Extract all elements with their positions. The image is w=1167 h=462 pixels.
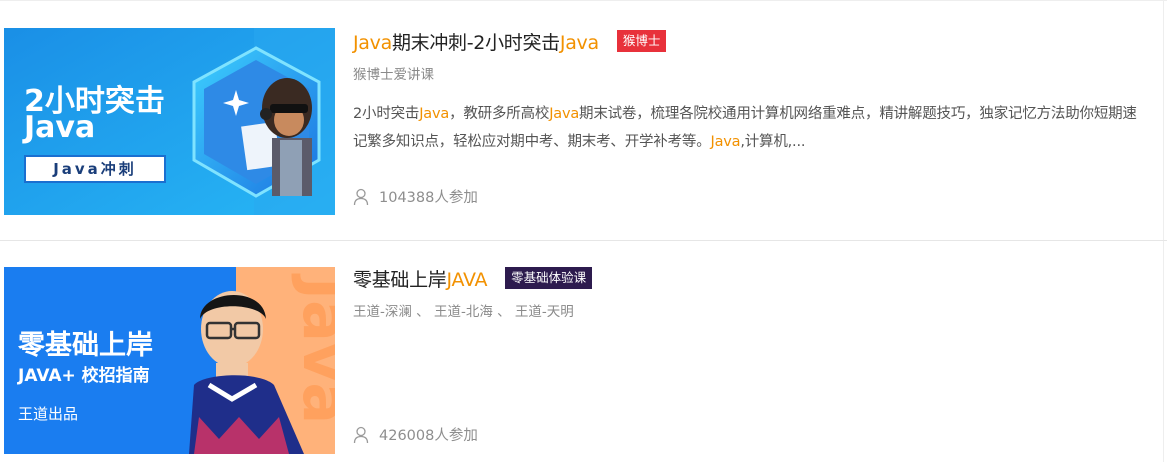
course-badge: 猴博士 bbox=[616, 30, 667, 52]
thumbnail-title-line2: JAVA+ 校招指南 bbox=[18, 366, 150, 386]
teacher-names[interactable]: 王道-深澜 、 王道-北海 、 王道-天明 bbox=[353, 300, 1147, 320]
thumbnail-title-line2: Java bbox=[24, 110, 96, 145]
course-info: 零基础上岸JAVA 零基础体验课 王道-深澜 、 王道-北海 、 王道-天明 bbox=[353, 265, 1147, 320]
person-icon bbox=[353, 188, 369, 205]
thumbnail-title-line3: 王道出品 bbox=[18, 405, 79, 423]
course-thumbnail[interactable]: 2小时突击 Java Java冲刺 bbox=[4, 28, 335, 215]
course-card[interactable]: 2小时突击 Java Java冲刺 Java期末冲刺-2小时突击Java 猴博士… bbox=[0, 0, 1167, 240]
title-keyword: JAVA bbox=[446, 268, 488, 291]
course-info: Java期末冲刺-2小时突击Java 猴博士 猴博士爱讲课 2小时突击Java，… bbox=[353, 28, 1147, 156]
person-icon bbox=[353, 426, 369, 443]
participants-count: 104388人参加 bbox=[379, 190, 478, 206]
title-keyword: Java bbox=[353, 31, 392, 54]
participants-count: 426008人参加 bbox=[379, 428, 478, 444]
desc-text: 2小时突击 bbox=[353, 106, 420, 122]
desc-text: ，教研多所高校 bbox=[449, 106, 550, 122]
thumbnail-tag: Java冲刺 bbox=[24, 155, 166, 183]
desc-keyword: Java bbox=[419, 106, 450, 122]
desc-keyword: Java bbox=[549, 106, 580, 122]
title-text: 期末冲刺-2小时突击 bbox=[391, 31, 560, 54]
course-thumbnail[interactable]: Java 零基础上岸 JAVA+ 校招指南 王道出品 bbox=[4, 267, 335, 454]
desc-keyword: Java bbox=[710, 134, 741, 150]
teacher-name[interactable]: 猴博士爱讲课 bbox=[353, 63, 1147, 83]
participants: 426008人参加 bbox=[353, 424, 478, 445]
course-badge: 零基础体验课 bbox=[505, 267, 593, 289]
title-text: 零基础上岸 bbox=[353, 268, 447, 291]
desc-text: ,计算机,... bbox=[740, 134, 806, 150]
thumbnail-title-line1: 零基础上岸 bbox=[18, 330, 153, 361]
course-card[interactable]: Java 零基础上岸 JAVA+ 校招指南 王道出品 零基础上岸JAVA 零基础… bbox=[0, 240, 1167, 462]
title-keyword: Java bbox=[559, 31, 599, 54]
course-description: 2小时突击Java，教研多所高校Java期末试卷，梳理各院校通用计算机网络重难点… bbox=[353, 100, 1147, 156]
participants: 104388人参加 bbox=[353, 186, 478, 207]
thumbnail-tag-label: Java冲刺 bbox=[53, 160, 137, 178]
course-title[interactable]: 零基础上岸JAVA bbox=[353, 265, 487, 292]
course-title[interactable]: Java期末冲刺-2小时突击Java bbox=[353, 28, 599, 55]
thumbnail-side-text: Java bbox=[289, 273, 335, 424]
